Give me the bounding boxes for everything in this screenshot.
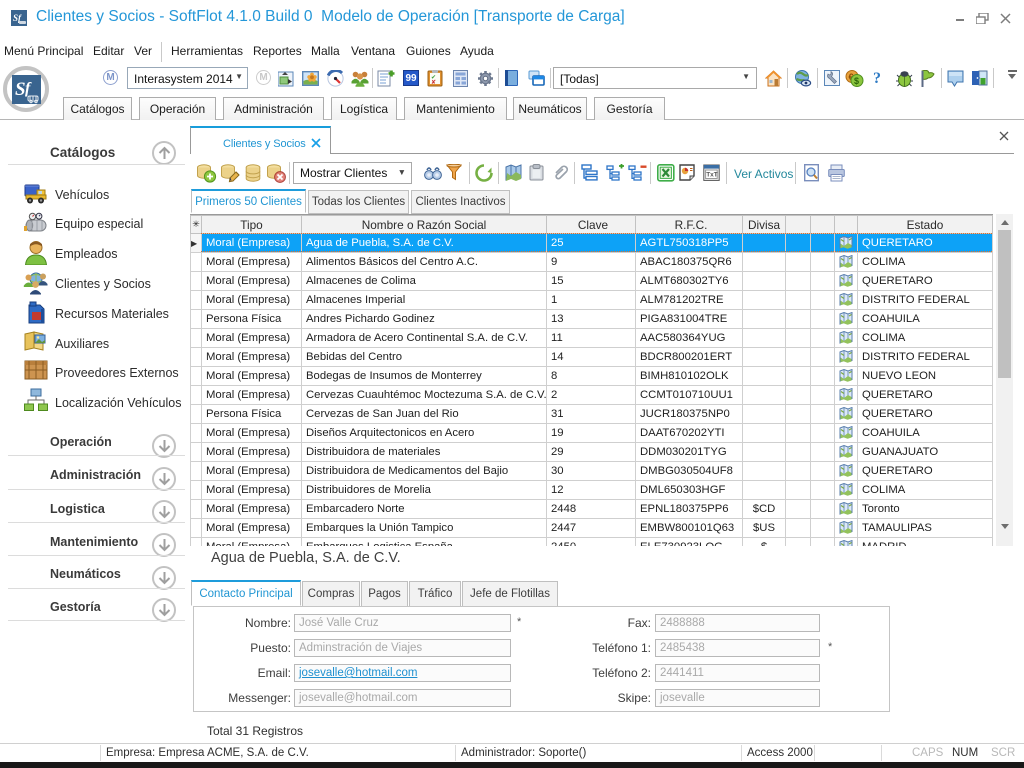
- svg-text:✘: ✘: [431, 79, 436, 86]
- svg-text:S: S: [15, 79, 26, 100]
- svg-text:TxT: TxT: [706, 172, 718, 179]
- svg-text:$: $: [854, 76, 859, 86]
